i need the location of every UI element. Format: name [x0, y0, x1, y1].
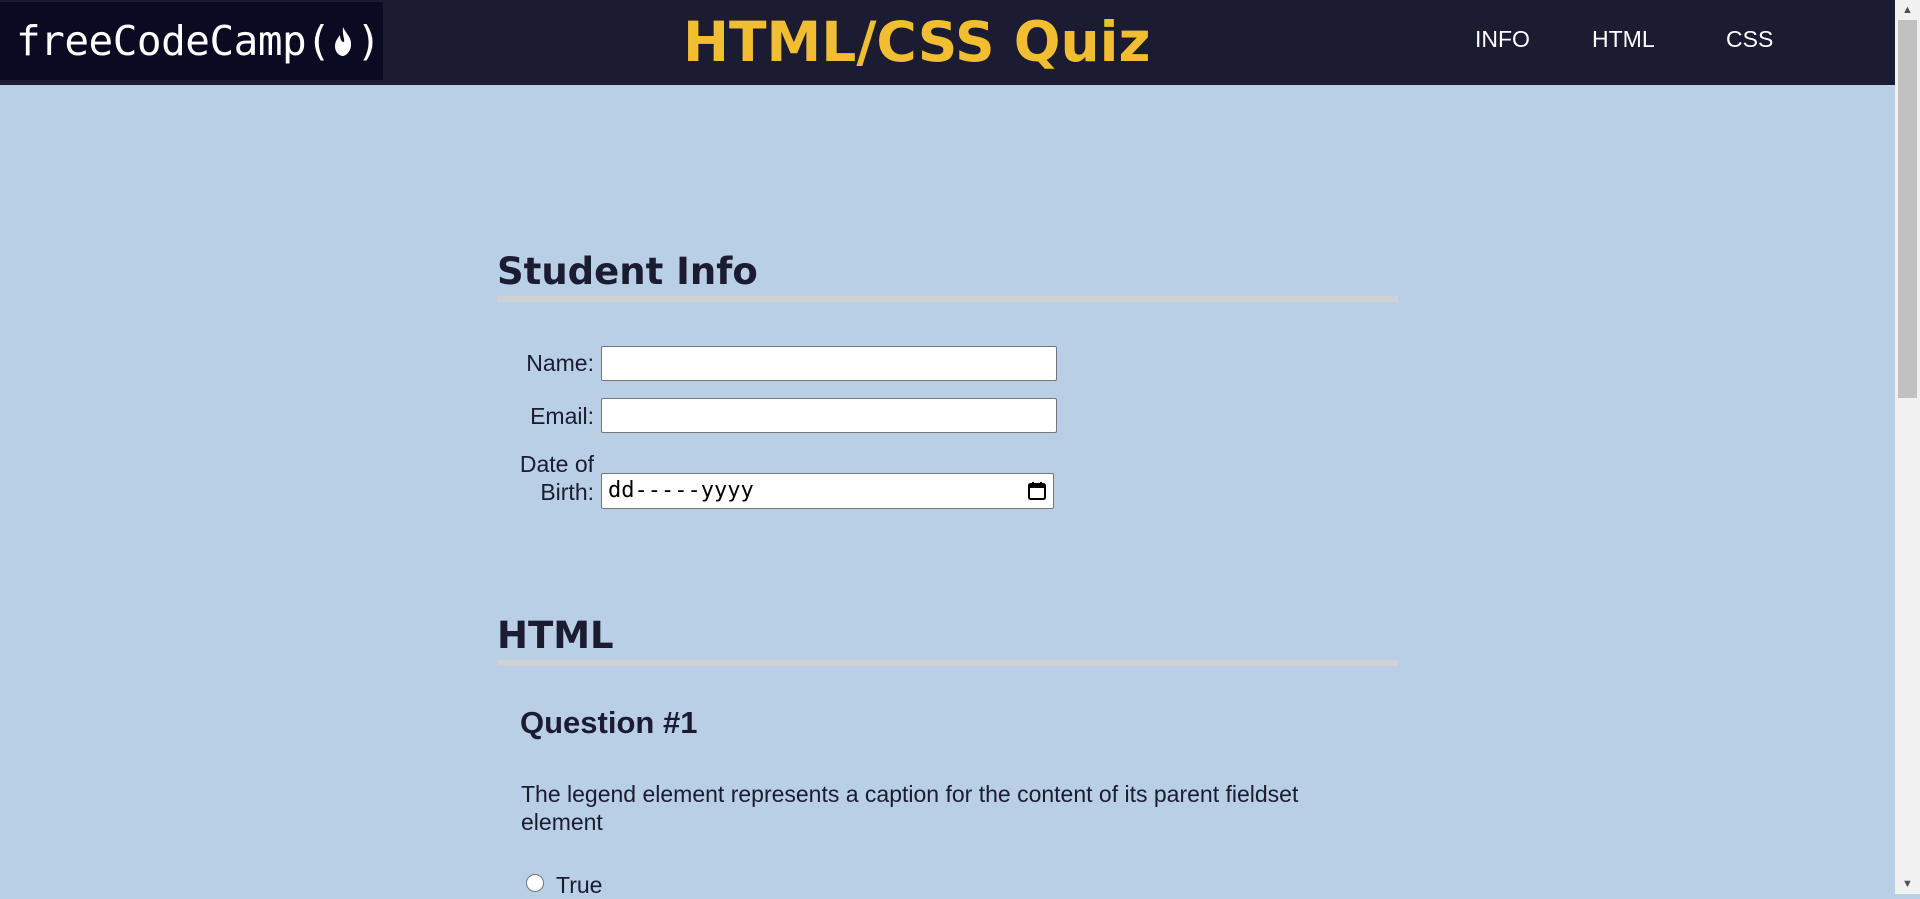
html-section-heading: HTML	[497, 612, 1398, 666]
site-header: freeCodeCamp() HTML/CSS Quiz INFO HTML C…	[0, 0, 1895, 85]
name-label: Name:	[526, 350, 594, 376]
page-title: HTML/CSS Quiz	[683, 10, 1151, 74]
radio-true-label[interactable]: True	[556, 872, 602, 899]
date-placeholder: dd-----yyyy	[608, 478, 754, 503]
nav-link-info[interactable]: INFO	[1475, 26, 1530, 53]
email-field[interactable]	[601, 398, 1057, 433]
dob-label-line1: Date of	[519, 451, 594, 477]
dob-label-line2: Birth:	[540, 479, 594, 505]
name-field[interactable]	[601, 346, 1057, 381]
logo-wordmark: freeCodeCamp()	[16, 17, 381, 65]
scrollbar-thumb[interactable]	[1898, 20, 1917, 398]
date-of-birth-field[interactable]: dd-----yyyy	[601, 473, 1054, 509]
question-text: The legend element represents a caption …	[521, 781, 1299, 835]
main-nav: INFO HTML CSS	[1475, 0, 1895, 85]
radio-true[interactable]	[526, 874, 544, 892]
question-title: Question #1	[520, 705, 698, 740]
scroll-down-arrow-icon[interactable]: ▼	[1895, 874, 1920, 894]
student-info-heading: Student Info	[497, 248, 1398, 302]
nav-link-html[interactable]: HTML	[1592, 26, 1655, 53]
nav-link-css[interactable]: CSS	[1726, 26, 1773, 53]
vertical-scrollbar[interactable]: ▲ ▼	[1895, 0, 1920, 894]
calendar-icon[interactable]	[1027, 481, 1047, 501]
scroll-up-arrow-icon[interactable]: ▲	[1895, 0, 1920, 20]
fire-icon	[335, 27, 352, 56]
freecodecamp-logo[interactable]: freeCodeCamp()	[0, 2, 383, 80]
email-label: Email:	[530, 403, 594, 429]
